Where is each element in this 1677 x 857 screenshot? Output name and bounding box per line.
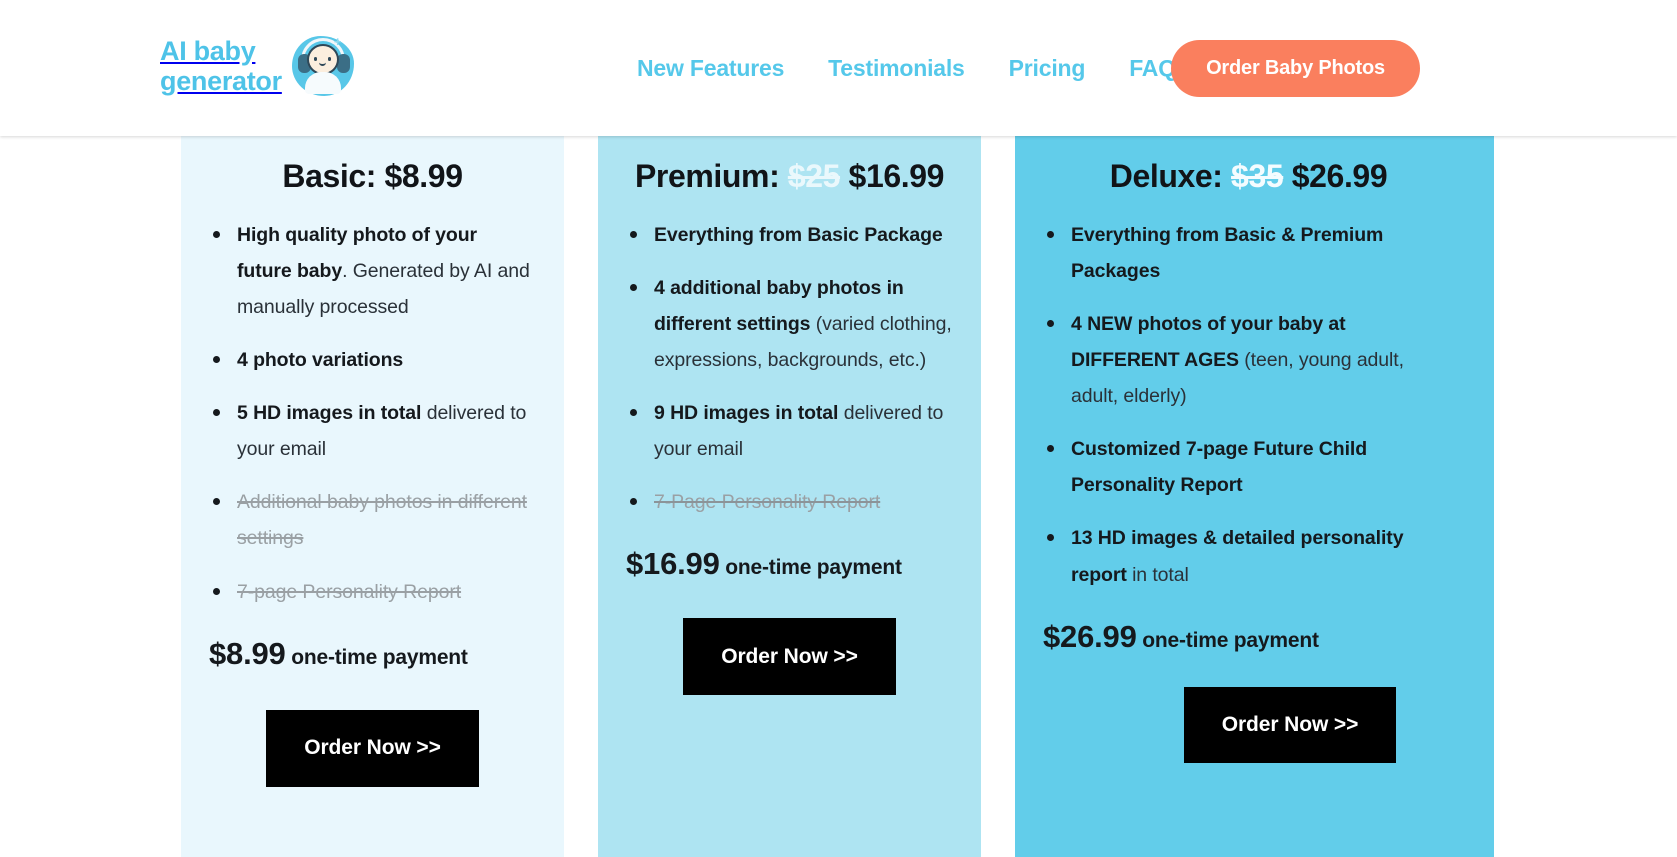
feature-item: 4 additional baby photos in different se… (626, 270, 953, 378)
payment-amount: $8.99 (209, 635, 286, 671)
brand-logo[interactable]: AI baby generator + (160, 30, 360, 102)
feature-item: High quality photo of your future baby. … (209, 217, 536, 325)
plan-name-premium: Premium: (634, 158, 788, 194)
nav-item-faq[interactable]: FAQ (1129, 55, 1176, 82)
feature-item: 5 HD images in total delivered to your e… (209, 395, 536, 467)
plan-price-basic: $8.99 (384, 158, 463, 194)
order-now-button-premium[interactable]: Order Now >> (683, 618, 896, 696)
plan-title-premium: Premium: $25 $16.99 (626, 158, 953, 195)
plan-price-premium: $16.99 (848, 158, 945, 194)
plan-old-price-deluxe: $35 (1231, 158, 1284, 194)
payment-amount: $16.99 (626, 546, 720, 582)
feature-item: 4 NEW photos of your baby at DIFFERENT A… (1043, 306, 1454, 414)
plan-title-basic: Basic: $8.99 (209, 158, 536, 195)
pricing-section: Basic: $8.99 High quality photo of your … (0, 136, 1677, 857)
brand-name: AI baby generator (160, 35, 282, 96)
site-header: AI baby generator + New Features Testimo… (0, 0, 1677, 136)
feature-item: 9 HD images in total delivered to your e… (626, 395, 953, 467)
order-now-button-basic[interactable]: Order Now >> (266, 709, 479, 787)
feature-item: 13 HD images & detailed personality repo… (1043, 520, 1454, 592)
feature-item: 4 photo variations (209, 342, 536, 378)
feature-item: Everything from Basic & Premium Packages (1043, 217, 1454, 289)
payment-suffix: one-time payment (1142, 628, 1319, 652)
feature-item-disabled: 7-Page Personality Report (626, 484, 953, 520)
feature-list-deluxe: Everything from Basic & Premium Packages… (1043, 217, 1454, 593)
feature-item: Everything from Basic Package (626, 217, 953, 253)
feature-item-disabled: Additional baby photos in different sett… (209, 484, 536, 556)
pricing-card-basic: Basic: $8.99 High quality photo of your … (181, 136, 564, 857)
main-navigation: New Features Testimonials Pricing FAQ (596, 0, 1176, 136)
feature-list-basic: High quality photo of your future baby. … (209, 217, 536, 610)
order-baby-photos-button[interactable]: Order Baby Photos (1171, 40, 1420, 97)
feature-item-disabled: 7-page Personality Report (209, 574, 536, 610)
plan-title-deluxe: Deluxe: $35 $26.99 (1043, 158, 1454, 195)
feature-item: Customized 7-page Future Child Personali… (1043, 431, 1454, 503)
payment-suffix: one-time payment (725, 556, 902, 580)
plan-price-deluxe: $26.99 (1291, 158, 1388, 194)
pricing-card-premium: Premium: $25 $16.99 Everything from Basi… (598, 136, 981, 857)
nav-item-new-features[interactable]: New Features (637, 55, 784, 82)
payment-line-deluxe: $26.99 one-time payment (1043, 619, 1454, 655)
pricing-card-deluxe: Deluxe: $35 $26.99 Everything from Basic… (1015, 136, 1494, 857)
payment-suffix: one-time payment (291, 645, 468, 669)
payment-line-basic: $8.99 one-time payment (209, 636, 536, 672)
baby-headphones-icon: + (288, 30, 360, 102)
payment-line-premium: $16.99 one-time payment (626, 546, 953, 582)
plan-name-deluxe: Deluxe: (1109, 158, 1232, 194)
plan-old-price-premium: $25 (787, 158, 841, 194)
nav-item-pricing[interactable]: Pricing (1009, 55, 1086, 82)
feature-list-premium: Everything from Basic Package 4 addition… (626, 217, 953, 520)
payment-amount: $26.99 (1043, 618, 1137, 654)
order-now-button-deluxe[interactable]: Order Now >> (1184, 686, 1396, 763)
plan-name-basic: Basic: (282, 158, 385, 194)
nav-item-testimonials[interactable]: Testimonials (828, 55, 965, 82)
